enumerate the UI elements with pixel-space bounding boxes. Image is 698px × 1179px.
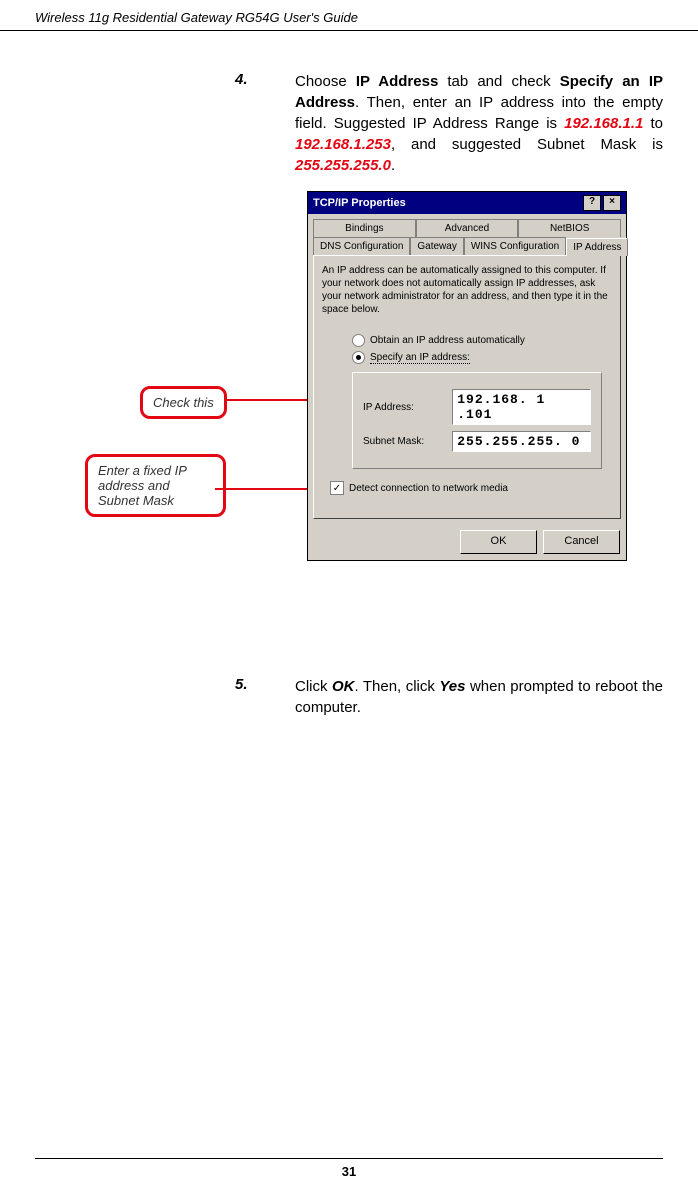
tab-ip-address[interactable]: IP Address (566, 238, 628, 256)
text: Choose (295, 73, 356, 90)
help-button[interactable]: ? (583, 195, 601, 211)
close-button[interactable]: × (603, 195, 621, 211)
dialog-title: TCP/IP Properties (313, 197, 406, 209)
cancel-button[interactable]: Cancel (543, 530, 620, 554)
step5-text: Click OK. Then, click Yes when prompted … (295, 676, 663, 718)
subnet-mask-input[interactable]: 255.255.255. 0 (452, 431, 591, 452)
tab-advanced[interactable]: Advanced (416, 219, 519, 237)
text: tab and check (438, 73, 559, 90)
tcpip-properties-dialog: TCP/IP Properties ? × Bindings Advanced … (307, 191, 627, 561)
ip-range-start: 192.168.1.1 (564, 115, 643, 132)
text: . (391, 157, 395, 174)
subnet-mask-value: 255.255.255.0 (295, 157, 391, 174)
step4-text: Choose IP Address tab and check Specify … (295, 71, 663, 176)
step5-number: 5. (235, 676, 295, 718)
detect-connection-label: Detect connection to network media (349, 483, 508, 494)
ip-range-end: 192.168.1.253 (295, 136, 391, 153)
text: Click (295, 678, 332, 695)
tab-dns[interactable]: DNS Configuration (313, 237, 410, 255)
callout-check-this: Check this (140, 386, 227, 419)
yes-text: Yes (439, 678, 465, 695)
tab-gateway[interactable]: Gateway (410, 237, 463, 255)
radio-obtain-label: Obtain an IP address automatically (370, 335, 525, 346)
ok-button[interactable]: OK (460, 530, 537, 554)
radio-specify-ip[interactable] (352, 351, 365, 364)
bold-text: IP Address (356, 73, 438, 90)
tab-netbios[interactable]: NetBIOS (518, 219, 621, 237)
page-number: 31 (35, 1158, 663, 1179)
text: , and suggested Subnet Mask is (391, 136, 663, 153)
step4-number: 4. (235, 71, 295, 176)
subnet-mask-label: Subnet Mask: (363, 436, 442, 447)
text: to (643, 115, 663, 132)
ok-text: OK (332, 678, 355, 695)
radio-specify-label: Specify an IP address: (370, 352, 470, 364)
page-header: Wireless 11g Residential Gateway RG54G U… (0, 0, 698, 31)
ip-address-label: IP Address: (363, 402, 442, 413)
tab-wins[interactable]: WINS Configuration (464, 237, 566, 255)
dialog-titlebar: TCP/IP Properties ? × (308, 192, 626, 214)
dialog-info-text: An IP address can be automatically assig… (322, 264, 612, 316)
callout-enter-ip: Enter a fixed IP address and Subnet Mask (85, 454, 226, 517)
radio-obtain-auto[interactable] (352, 334, 365, 347)
detect-connection-checkbox[interactable]: ✓ (330, 481, 344, 495)
tab-bindings[interactable]: Bindings (313, 219, 416, 237)
ip-address-input[interactable]: 192.168. 1 .101 (452, 389, 591, 425)
text: . Then, click (354, 678, 439, 695)
